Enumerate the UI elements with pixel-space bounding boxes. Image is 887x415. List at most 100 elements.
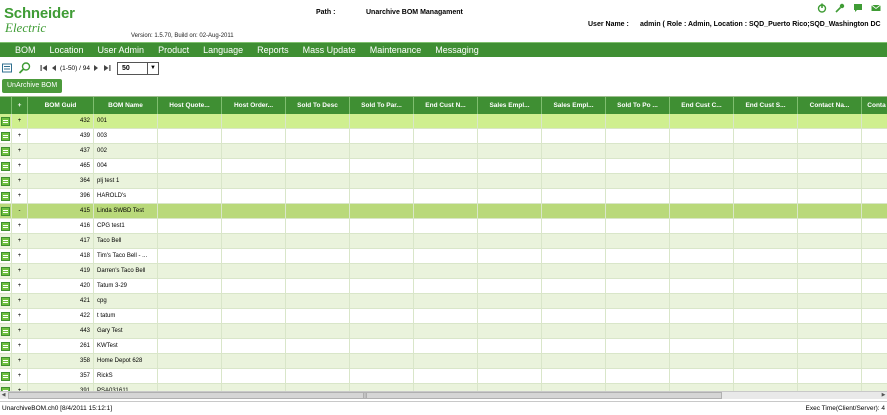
table-row[interactable]: +418 Tim's Taco Bell - ... [0, 249, 887, 264]
document-icon[interactable] [1, 132, 10, 141]
document-icon[interactable] [1, 297, 10, 306]
table-row[interactable]: +416 CPG test1 [0, 219, 887, 234]
menu-item-bom[interactable]: BOM [0, 43, 43, 58]
column-header-13[interactable]: End Cust S... [734, 97, 798, 114]
column-header-0[interactable] [0, 97, 12, 114]
column-header-10[interactable]: Sales Empl... [542, 97, 606, 114]
menu-item-reports[interactable]: Reports [250, 43, 296, 58]
next-page-icon[interactable] [93, 64, 99, 72]
scroll-left-icon[interactable]: ◀ [0, 392, 7, 399]
document-icon[interactable] [1, 342, 10, 351]
document-icon[interactable] [1, 252, 10, 261]
column-header-4[interactable]: Host Quote... [158, 97, 222, 114]
document-icon[interactable] [1, 282, 10, 291]
horizontal-scrollbar[interactable]: ◀ ||| ▶ [0, 391, 887, 399]
key-icon[interactable] [835, 3, 845, 13]
expand-toggle[interactable]: + [12, 189, 28, 204]
column-header-8[interactable]: End Cust N... [414, 97, 478, 114]
table-row[interactable]: +357 RickS [0, 369, 887, 384]
expand-toggle[interactable]: + [12, 159, 28, 174]
menu-item-messaging[interactable]: Messaging [428, 43, 486, 58]
column-header-5[interactable]: Host Order... [222, 97, 286, 114]
expand-toggle[interactable]: + [12, 279, 28, 294]
menu-item-user-admin[interactable]: User Admin [91, 43, 152, 58]
column-header-15[interactable]: Conta [862, 97, 887, 114]
expand-toggle[interactable]: + [12, 339, 28, 354]
column-header-2[interactable]: BOM Guid [28, 97, 94, 114]
expand-toggle[interactable]: + [12, 384, 28, 391]
table-row[interactable]: +443 Gary Test [0, 324, 887, 339]
expand-toggle[interactable]: + [12, 144, 28, 159]
table-row[interactable]: +421 cpg [0, 294, 887, 309]
column-header-12[interactable]: End Cust C... [670, 97, 734, 114]
document-icon[interactable] [1, 312, 10, 321]
expand-toggle[interactable]: + [12, 294, 28, 309]
column-header-3[interactable]: BOM Name [94, 97, 158, 114]
table-row[interactable]: +432 001 [0, 114, 887, 129]
table-row[interactable]: +439 003 [0, 129, 887, 144]
table-row[interactable]: +419 Darren's Taco Bell [0, 264, 887, 279]
menu-item-product[interactable]: Product [151, 43, 196, 58]
document-icon[interactable] [1, 192, 10, 201]
column-header-11[interactable]: Sold To Po ... [606, 97, 670, 114]
column-header-9[interactable]: Sales Empl... [478, 97, 542, 114]
table-row[interactable]: +465 004 [0, 159, 887, 174]
document-icon[interactable] [1, 222, 10, 231]
table-row[interactable]: +420 Tatum 3-29 [0, 279, 887, 294]
table-row[interactable]: +422 t tatum [0, 309, 887, 324]
help-icon[interactable] [853, 3, 863, 13]
chevron-down-icon[interactable]: ▼ [147, 62, 158, 74]
column-header-6[interactable]: Sold To Desc [286, 97, 350, 114]
table-row[interactable]: +391 PSA031611 [0, 384, 887, 391]
scroll-right-icon[interactable]: ▶ [880, 392, 887, 399]
expand-toggle[interactable]: + [12, 264, 28, 279]
expand-toggle[interactable]: + [12, 174, 28, 189]
menu-item-maintenance[interactable]: Maintenance [363, 43, 429, 58]
mail-icon[interactable] [871, 3, 881, 13]
document-icon[interactable] [1, 372, 10, 381]
expand-toggle[interactable]: + [12, 309, 28, 324]
expand-toggle[interactable]: + [12, 234, 28, 249]
document-icon[interactable] [1, 177, 10, 186]
last-page-icon[interactable] [103, 64, 111, 72]
expand-toggle[interactable]: + [12, 114, 28, 129]
table-row[interactable]: +437 002 [0, 144, 887, 159]
document-icon[interactable] [1, 207, 10, 216]
page-size-select[interactable]: 50 ▼ [117, 61, 159, 75]
table-cell [478, 339, 542, 354]
table-row[interactable]: +358 Home Depot 628 [0, 354, 887, 369]
prev-page-icon[interactable] [51, 64, 57, 72]
table-row[interactable]: +417 Taco Bell [0, 234, 887, 249]
column-header-14[interactable]: Contact Na... [798, 97, 862, 114]
expand-toggle[interactable]: - [12, 204, 28, 219]
document-icon[interactable] [1, 327, 10, 336]
scrollbar-thumb[interactable]: ||| [8, 392, 722, 399]
export-icon[interactable] [2, 63, 12, 73]
table-cell [862, 264, 887, 279]
table-row[interactable]: +396 HAROLD's [0, 189, 887, 204]
power-icon[interactable] [817, 3, 827, 13]
expand-toggle[interactable]: + [12, 219, 28, 234]
table-row[interactable]: +261 KWTest [0, 339, 887, 354]
document-icon[interactable] [1, 267, 10, 276]
table-row[interactable]: -415 Linda SWBD Test [0, 204, 887, 219]
expand-toggle[interactable]: + [12, 369, 28, 384]
unarchive-bom-button[interactable]: UnArchive BOM [2, 79, 63, 93]
menu-item-mass-update[interactable]: Mass Update [296, 43, 363, 58]
column-header-7[interactable]: Sold To Par... [350, 97, 414, 114]
search-icon[interactable] [18, 61, 32, 75]
expand-toggle[interactable]: + [12, 324, 28, 339]
table-row[interactable]: +364 plj test 1 [0, 174, 887, 189]
expand-toggle[interactable]: + [12, 354, 28, 369]
document-icon[interactable] [1, 237, 10, 246]
expand-toggle[interactable]: + [12, 129, 28, 144]
menu-item-location[interactable]: Location [43, 43, 91, 58]
column-header-1[interactable]: + [12, 97, 28, 114]
expand-toggle[interactable]: + [12, 249, 28, 264]
document-icon[interactable] [1, 117, 10, 126]
document-icon[interactable] [1, 162, 10, 171]
first-page-icon[interactable] [40, 64, 48, 72]
menu-item-language[interactable]: Language [196, 43, 250, 58]
document-icon[interactable] [1, 357, 10, 366]
document-icon[interactable] [1, 147, 10, 156]
